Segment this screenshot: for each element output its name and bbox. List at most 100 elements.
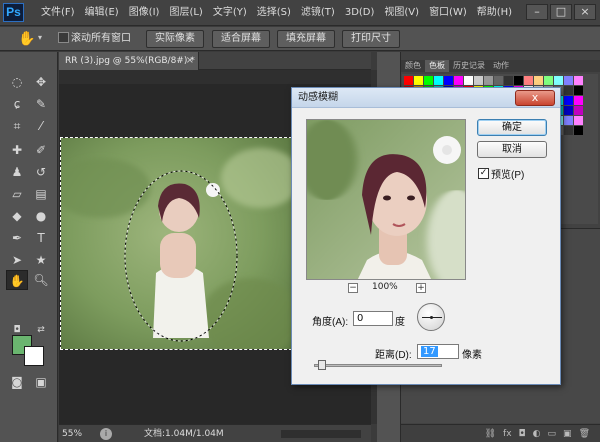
document-photo[interactable] [60,137,292,350]
swatch[interactable] [564,106,573,115]
mask-icon[interactable]: ◘ [519,425,526,442]
adjustment-icon[interactable]: ◐ [533,425,541,442]
panel-tab[interactable]: 历史记录 [449,60,489,72]
menu-item[interactable]: 视图(V) [379,0,424,26]
fx-icon[interactable]: fx [503,425,512,442]
document-tab[interactable]: RR (3).jpg @ 55%(RGB/8#) * × [59,52,199,70]
swatch[interactable] [574,116,583,125]
dialog-close-button[interactable]: x [515,90,555,106]
swatch[interactable] [534,76,543,85]
swatch[interactable] [564,86,573,95]
eyedropper-tool-icon[interactable]: ⁄ [30,116,52,136]
menu-item[interactable]: 滤镜(T) [296,0,340,26]
dodge-tool-icon[interactable]: ● [30,206,52,226]
distance-slider-thumb[interactable] [318,360,326,370]
menu-item[interactable]: 图层(L) [164,0,207,26]
swatch[interactable] [444,76,453,85]
swatch[interactable] [564,96,573,105]
type-tool-icon[interactable]: T [30,228,52,248]
angle-input[interactable]: 0 [353,311,393,326]
swatch[interactable] [414,76,423,85]
angle-dial[interactable] [417,303,445,331]
menu-item[interactable]: 窗口(W) [424,0,472,26]
swatch[interactable] [574,106,583,115]
fit-screen-button[interactable]: 适合屏幕 [212,30,270,48]
screen-mode-icon[interactable]: ▣ [30,372,52,392]
print-size-button[interactable]: 打印尺寸 [342,30,400,48]
swatch[interactable] [554,76,563,85]
horizontal-scrollbar[interactable] [281,430,361,438]
menu-item[interactable]: 编辑(E) [80,0,124,26]
link-icon[interactable]: ⛓ [485,425,496,442]
swatch[interactable] [464,76,473,85]
path-selection-tool-icon[interactable]: ➤ [6,250,28,270]
swatch[interactable] [494,76,503,85]
marquee-tool-icon[interactable]: ◌ [6,72,28,92]
swatch[interactable] [424,76,433,85]
shape-tool-icon[interactable]: ★ [30,250,52,270]
swatch[interactable] [574,86,583,95]
blur-tool-icon[interactable]: ◆ [6,206,28,226]
zoom-out-button[interactable]: − [348,283,358,293]
filter-preview[interactable] [306,119,466,280]
pen-tool-icon[interactable]: ✒ [6,228,28,248]
swatch[interactable] [574,76,583,85]
menu-item[interactable]: 文字(Y) [208,0,252,26]
move-tool-icon[interactable]: ✥ [30,72,52,92]
fill-screen-button[interactable]: 填充屏幕 [277,30,335,48]
quick-mask-icon[interactable]: ◙ [6,372,28,392]
new-layer-icon[interactable]: ▣ [563,425,572,442]
brush-tool-icon[interactable]: ✐ [30,140,52,160]
menu-item[interactable]: 图像(I) [124,0,165,26]
trash-icon[interactable]: 🗑︎ [579,425,590,442]
ok-button[interactable]: 确定 [477,119,547,136]
gradient-tool-icon[interactable]: ▤ [30,184,52,204]
swatch[interactable] [564,76,573,85]
menu-item[interactable]: 文件(F) [36,0,80,26]
swatch[interactable] [454,76,463,85]
quick-selection-tool-icon[interactable]: ✎ [30,94,52,114]
lasso-tool-icon[interactable]: ɕ [6,94,28,114]
panel-tab[interactable]: 颜色 [401,60,425,72]
swap-colors-icon[interactable]: ⇄ [30,320,52,340]
dialog-title-bar[interactable]: 动感模糊 x [292,88,560,108]
swatch[interactable] [474,76,483,85]
distance-input[interactable]: 17 [417,344,459,359]
menu-item[interactable]: 3D(D) [340,0,380,26]
swatch[interactable] [484,76,493,85]
swatch[interactable] [574,126,583,135]
cancel-button[interactable]: 取消 [477,141,547,158]
maximize-button[interactable]: □ [550,4,572,20]
minimize-button[interactable]: – [526,4,548,20]
zoom-tool-icon[interactable]: 🔍︎ [30,270,52,290]
panel-tab[interactable]: 动作 [489,60,513,72]
hand-tool-icon[interactable]: ✋ [18,30,36,48]
swatch[interactable] [524,76,533,85]
swatch[interactable] [514,76,523,85]
swatch[interactable] [564,126,573,135]
close-tab-icon[interactable]: × [186,52,194,70]
history-brush-tool-icon[interactable]: ↺ [30,162,52,182]
folder-icon[interactable]: ▭ [548,425,557,442]
swatch[interactable] [434,76,443,85]
swatch[interactable] [574,96,583,105]
swatch[interactable] [564,116,573,125]
panel-tab[interactable]: 色板 [425,60,449,72]
background-color-swatch[interactable] [24,346,44,366]
eraser-tool-icon[interactable]: ▱ [6,184,28,204]
zoom-in-button[interactable]: + [416,283,426,293]
info-icon[interactable]: i [100,428,112,440]
swatch[interactable] [504,76,513,85]
swatch[interactable] [544,76,553,85]
menu-item[interactable]: 选择(S) [252,0,296,26]
hand-tool-button[interactable]: ✋ [6,270,28,290]
preview-checkbox[interactable]: ✓ [478,168,489,179]
zoom-level[interactable]: 55% [62,425,82,442]
actual-pixels-button[interactable]: 实际像素 [146,30,204,48]
swatch[interactable] [404,76,413,85]
clone-stamp-tool-icon[interactable]: ♟ [6,162,28,182]
tool-preset-caret-icon[interactable]: ▾ [38,33,42,42]
menu-item[interactable]: 帮助(H) [472,0,517,26]
scroll-all-windows-checkbox[interactable] [58,32,69,43]
default-colors-icon[interactable]: ◘ [6,320,28,340]
